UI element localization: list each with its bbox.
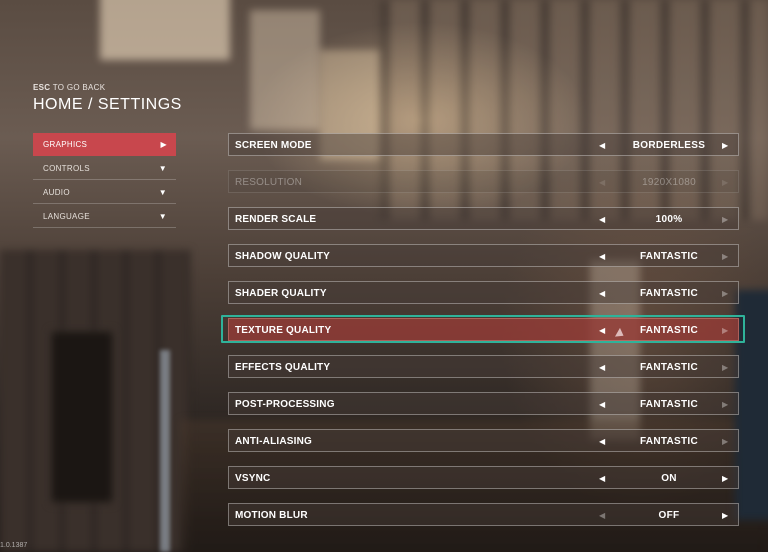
sidebar-item-label: GRAPHICS xyxy=(43,140,88,149)
setting-row-anti-aliasing[interactable]: ANTI-ALIASING ◀ FANTASTIC ▶ xyxy=(228,429,739,452)
breadcrumb: HOME / SETTINGS xyxy=(33,96,182,113)
background-window xyxy=(100,0,230,60)
sidebar-item-controls[interactable]: CONTROLS ▼ xyxy=(33,157,176,180)
setting-value: FANTASTIC xyxy=(639,399,699,410)
arrow-right-icon[interactable]: ▶ xyxy=(722,134,728,157)
arrow-left-icon[interactable]: ◀ xyxy=(599,134,605,157)
setting-value: 1920X1080 xyxy=(642,177,696,188)
settings-sidebar: GRAPHICS ▶ CONTROLS ▼ AUDIO ▼ LANGUAGE ▼ xyxy=(33,133,176,229)
arrow-left-icon[interactable]: ◀ xyxy=(599,393,605,416)
setting-row-shadow-quality[interactable]: SHADOW QUALITY ◀ FANTASTIC ▶ xyxy=(228,244,739,267)
arrow-right-icon: ▶ xyxy=(722,178,729,187)
arrow-left-icon[interactable]: ◀ xyxy=(599,245,605,268)
setting-value: FANTASTIC xyxy=(639,436,699,447)
background-poster xyxy=(50,330,114,504)
arrow-right-icon[interactable]: ▶ xyxy=(722,504,728,527)
setting-row-post-processing[interactable]: POST-PROCESSING ◀ FANTASTIC ▶ xyxy=(228,392,739,415)
version-label: 1.0.1387 xyxy=(0,542,28,549)
setting-label: RESOLUTION xyxy=(235,177,303,188)
setting-label: VSYNC xyxy=(235,473,271,484)
arrow-right-icon[interactable]: ▶ xyxy=(722,356,728,379)
setting-value: FANTASTIC xyxy=(639,251,699,262)
arrow-right-icon[interactable]: ▶ xyxy=(722,245,728,268)
focus-highlight-frame xyxy=(221,315,745,343)
setting-label: SCREEN MODE xyxy=(235,140,312,151)
arrow-right-icon[interactable]: ▶ xyxy=(722,467,728,490)
setting-row-motion-blur[interactable]: MOTION BLUR ◀ OFF ▶ xyxy=(228,503,739,526)
sidebar-item-label: LANGUAGE xyxy=(43,212,90,221)
chevron-right-icon: ▶ xyxy=(160,140,167,149)
esc-key-label: ESC xyxy=(33,83,51,92)
arrow-left-icon[interactable]: ◀ xyxy=(599,504,605,527)
arrow-right-icon[interactable]: ▶ xyxy=(722,430,728,453)
sidebar-item-language[interactable]: LANGUAGE ▼ xyxy=(33,205,176,228)
arrow-left-icon[interactable]: ◀ xyxy=(599,282,605,305)
setting-label: MOTION BLUR xyxy=(235,510,308,521)
chevron-down-icon: ▼ xyxy=(158,188,167,197)
chevron-down-icon: ▼ xyxy=(158,212,167,221)
setting-value: 100% xyxy=(655,214,683,225)
sidebar-item-label: CONTROLS xyxy=(43,164,90,173)
arrow-left-icon[interactable]: ◀ xyxy=(599,356,605,379)
setting-value: ON xyxy=(661,473,677,484)
arrow-left-icon[interactable]: ◀ xyxy=(599,430,605,453)
arrow-left-icon[interactable]: ◀ xyxy=(599,467,605,490)
setting-row-render-scale[interactable]: RENDER SCALE ◀ 100% ▶ xyxy=(228,207,739,230)
game-settings-screen: ESC TO GO BACK HOME / SETTINGS GRAPHICS … xyxy=(0,0,768,552)
setting-label: EFFECTS QUALITY xyxy=(235,362,331,373)
setting-label: POST-PROCESSING xyxy=(235,399,335,410)
setting-label: ANTI-ALIASING xyxy=(235,436,313,447)
setting-label: SHADOW QUALITY xyxy=(235,251,331,262)
setting-value: FANTASTIC xyxy=(639,362,699,373)
background-pole xyxy=(160,350,170,552)
setting-row-effects-quality[interactable]: EFFECTS QUALITY ◀ FANTASTIC ▶ xyxy=(228,355,739,378)
setting-label: SHADER QUALITY xyxy=(235,288,327,299)
arrow-right-icon[interactable]: ▶ xyxy=(722,282,728,305)
back-hint-text: TO GO BACK xyxy=(50,83,106,92)
arrow-right-icon[interactable]: ▶ xyxy=(722,208,728,231)
settings-header: ESC TO GO BACK HOME / SETTINGS xyxy=(33,83,182,114)
arrow-left-icon: ◀ xyxy=(599,178,606,187)
setting-value: FANTASTIC xyxy=(639,288,699,299)
setting-row-vsync[interactable]: VSYNC ◀ ON ▶ xyxy=(228,466,739,489)
setting-row-screen-mode[interactable]: SCREEN MODE ◀ BORDERLESS ▶ xyxy=(228,133,739,156)
setting-row-shader-quality[interactable]: SHADER QUALITY ◀ FANTASTIC ▶ xyxy=(228,281,739,304)
arrow-left-icon[interactable]: ◀ xyxy=(599,208,605,231)
chevron-down-icon: ▼ xyxy=(158,164,167,173)
arrow-right-icon[interactable]: ▶ xyxy=(722,393,728,416)
sidebar-item-label: AUDIO xyxy=(43,188,70,197)
background-window xyxy=(250,10,320,130)
setting-row-resolution: RESOLUTION ◀ 1920X1080 ▶ xyxy=(228,170,739,193)
setting-value: OFF xyxy=(658,510,680,521)
setting-value: BORDERLESS xyxy=(632,140,706,151)
setting-label: RENDER SCALE xyxy=(235,214,317,225)
sidebar-item-graphics[interactable]: GRAPHICS ▶ xyxy=(33,133,176,156)
back-hint[interactable]: ESC TO GO BACK xyxy=(33,83,182,92)
sidebar-item-audio[interactable]: AUDIO ▼ xyxy=(33,181,176,204)
